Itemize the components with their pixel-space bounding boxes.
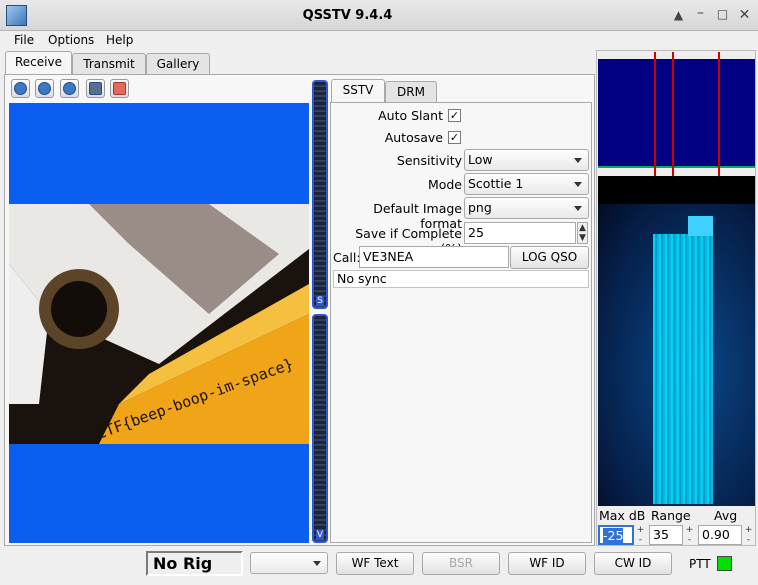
auto-slant-checkbox[interactable]: ✓ (448, 109, 461, 122)
max-db-value: -25 (603, 528, 624, 543)
chevron-down-icon (313, 561, 321, 566)
replay-icon (63, 82, 76, 95)
chevron-down-icon (574, 182, 582, 187)
stop-button[interactable] (35, 79, 54, 98)
mode-select[interactable]: Scottie 1 (464, 173, 589, 195)
range-label: Range (651, 508, 691, 523)
waterfall-signal (653, 234, 713, 504)
max-db-spinbox[interactable]: -25 (598, 525, 634, 545)
image-format-value: png (468, 200, 492, 215)
tab-gallery[interactable]: Gallery (146, 53, 210, 75)
start-icon (14, 82, 27, 95)
erase-button[interactable] (110, 79, 129, 98)
minimize-button[interactable]: – (693, 6, 708, 21)
image-format-select[interactable]: png (464, 197, 589, 219)
tab-receive[interactable]: Receive (5, 51, 72, 75)
sync-status: No sync (333, 270, 589, 288)
range-spinbox[interactable]: 35 (649, 525, 683, 545)
max-db-label: Max dB (599, 508, 646, 523)
window-up-icon[interactable]: ▲ (671, 8, 686, 23)
save-complete-spinbox[interactable]: 25 (464, 222, 576, 244)
log-qso-button[interactable]: LOG QSO (510, 246, 589, 269)
wf-id-button[interactable]: WF ID (508, 552, 586, 575)
spectrum-view (598, 52, 755, 176)
mode-value: Scottie 1 (468, 176, 524, 191)
sensitivity-value: Low (468, 152, 493, 167)
menu-bar: File Options Help (0, 31, 758, 51)
freq-marker-1 (654, 52, 656, 176)
menu-file[interactable]: File (14, 33, 34, 47)
tab-transmit[interactable]: Transmit (72, 53, 146, 75)
maximize-button[interactable]: □ (715, 7, 730, 22)
mode-label: Mode (427, 177, 462, 192)
signal-meter (312, 80, 328, 309)
max-db-stepper[interactable]: + - (635, 525, 646, 545)
autosave-label: Autosave (384, 130, 443, 145)
freq-marker-2 (672, 52, 674, 176)
ptt-indicator (717, 556, 732, 571)
chevron-down-icon (574, 206, 582, 211)
tab-drm[interactable]: DRM (385, 81, 437, 103)
start-button[interactable] (11, 79, 30, 98)
save-button[interactable] (86, 79, 105, 98)
close-button[interactable]: ✕ (737, 8, 752, 23)
signal-meter-label: S (316, 296, 324, 306)
waterfall-vis-header (688, 216, 713, 236)
waterfall-view (598, 176, 755, 506)
sensitivity-select[interactable]: Low (464, 149, 589, 171)
tab-sstv[interactable]: SSTV (331, 79, 385, 103)
save-icon (89, 82, 102, 95)
spectrum-trace (598, 166, 755, 168)
wf-text-button[interactable]: WF Text (336, 552, 414, 575)
auto-slant-label: Auto Slant (378, 108, 443, 123)
volume-meter-label: V (316, 530, 324, 540)
call-input[interactable]: VE3NEA (359, 246, 509, 268)
replay-button[interactable] (60, 79, 79, 98)
autosave-checkbox[interactable]: ✓ (448, 131, 461, 144)
sensitivity-label: Sensitivity (396, 153, 462, 168)
received-photo: CTF{beep-boop-im-space} (9, 204, 309, 444)
bsr-button[interactable]: BSR (422, 552, 500, 575)
save-complete-stepper[interactable]: ▲ ▼ (577, 222, 588, 244)
avg-stepper[interactable]: + - (743, 525, 754, 545)
freq-marker-3 (718, 52, 720, 176)
chevron-down-icon (574, 158, 582, 163)
volume-meter (312, 314, 328, 543)
stop-icon (38, 82, 51, 95)
menu-options[interactable]: Options (48, 33, 94, 47)
range-stepper[interactable]: + - (684, 525, 695, 545)
ptt-label: PTT (689, 557, 711, 571)
window-title: QSSTV 9.4.4 (302, 8, 393, 23)
rig-status: No Rig (146, 551, 243, 576)
received-image: CTF{beep-boop-im-space} (9, 103, 309, 543)
call-label: Call: (333, 250, 361, 265)
spectrum-plot (598, 59, 755, 168)
cw-id-button[interactable]: CW ID (594, 552, 672, 575)
menu-help[interactable]: Help (106, 33, 133, 47)
avg-label: Avg (714, 508, 738, 523)
avg-spinbox[interactable]: 0.90 (698, 525, 742, 545)
rig-select[interactable] (250, 552, 328, 574)
erase-icon (113, 82, 126, 95)
